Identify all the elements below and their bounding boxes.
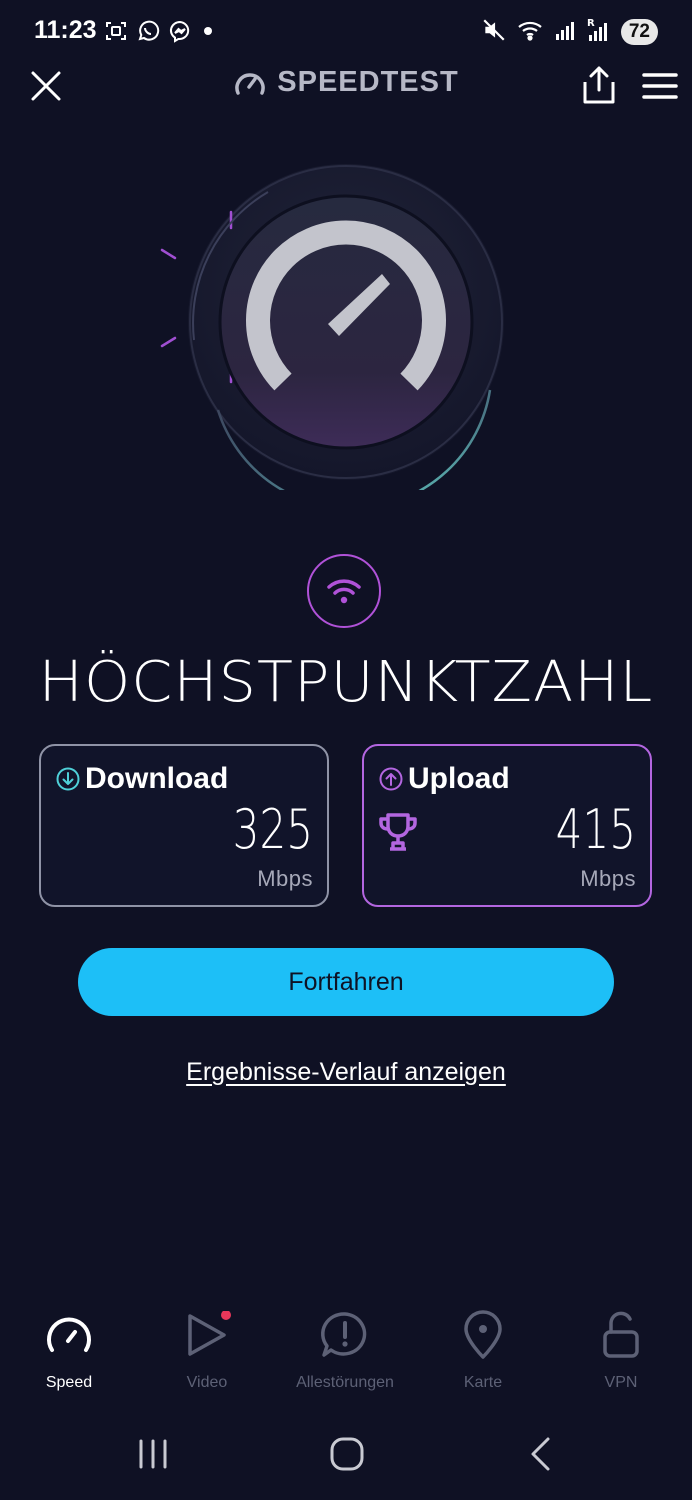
signal-roaming-icon: R — [587, 17, 611, 47]
upload-result-card: Upload 415 Mbps — [362, 744, 652, 907]
nav-label-vpn: VPN — [604, 1374, 638, 1391]
upload-label: Upload — [408, 762, 510, 795]
messenger-icon — [168, 19, 192, 47]
nav-item-video[interactable]: Video — [138, 1300, 276, 1392]
nav-item-speed[interactable]: Speed — [0, 1300, 138, 1392]
svg-text:R: R — [587, 18, 595, 29]
results-history-link[interactable]: Ergebnisse-Verlauf anzeigen — [0, 1058, 692, 1087]
menu-icon — [642, 73, 678, 99]
connection-type-badge — [307, 554, 381, 628]
nav-label-video: Video — [186, 1374, 228, 1391]
speedometer-icon — [235, 72, 266, 95]
upload-header: Upload — [378, 762, 510, 796]
home-icon — [330, 1437, 364, 1471]
continue-button[interactable]: Fortfahren — [78, 948, 614, 1016]
download-result-card: Download 325 Mbps — [39, 744, 329, 907]
arrow-down-circle-icon — [56, 767, 80, 791]
recent-apps-button[interactable] — [128, 1434, 178, 1474]
system-navigation-bar — [0, 1420, 692, 1490]
alert-icon — [320, 1300, 370, 1370]
share-icon — [583, 66, 615, 104]
app-title: SPEEDTEST — [277, 66, 459, 98]
wifi-icon — [327, 579, 361, 604]
whatsapp-icon — [136, 19, 160, 47]
nav-item-map[interactable]: Karte — [414, 1300, 552, 1392]
trophy-icon — [376, 810, 420, 858]
download-unit: Mbps — [257, 866, 313, 891]
notification-dot — [221, 1311, 231, 1320]
wifi-icon — [517, 17, 545, 47]
app-header: SPEEDTEST — [0, 60, 692, 116]
nav-item-vpn[interactable]: VPN — [552, 1300, 690, 1392]
mute-icon — [481, 17, 507, 47]
unlock-icon — [599, 1300, 643, 1370]
status-system-icons: R 72 — [481, 17, 658, 47]
battery-indicator: 72 — [620, 19, 658, 45]
menu-button[interactable] — [642, 72, 678, 100]
play-icon — [182, 1300, 232, 1370]
upload-value: 415 — [555, 798, 636, 861]
upload-unit: Mbps — [580, 866, 636, 891]
screenshot-icon — [104, 19, 128, 47]
signal-icon — [555, 18, 577, 46]
status-notification-icons — [104, 19, 216, 47]
nav-label-outages: Allestörungen — [296, 1374, 394, 1391]
home-button[interactable] — [322, 1434, 372, 1474]
nav-label-map: Karte — [463, 1374, 503, 1391]
speed-gauge — [150, 160, 550, 510]
speedometer-icon — [44, 1300, 94, 1370]
speedtest-result-screen: 11:23 R 72 SPEEDTEST HÖCHSTPUNKTZAHL Dow… — [0, 0, 692, 1500]
status-bar: 11:23 R 72 — [0, 0, 692, 66]
back-button[interactable] — [516, 1434, 566, 1474]
arrow-up-circle-icon — [379, 767, 403, 791]
download-label: Download — [85, 762, 229, 795]
result-headline: HÖCHSTPUNKTZAHL — [38, 650, 654, 715]
status-time: 11:23 — [34, 16, 97, 44]
dot-icon — [200, 19, 216, 47]
nav-label-speed: Speed — [45, 1374, 93, 1391]
share-button[interactable] — [580, 64, 618, 106]
recent-apps-icon — [139, 1439, 167, 1469]
download-header: Download — [55, 762, 228, 796]
download-value: 325 — [232, 798, 313, 861]
nav-item-outages[interactable]: Allestörungen — [276, 1300, 414, 1392]
map-pin-icon — [461, 1300, 505, 1370]
bottom-navigation: Speed Video Allestörungen Karte VPN — [0, 1300, 692, 1400]
back-icon — [531, 1437, 550, 1471]
